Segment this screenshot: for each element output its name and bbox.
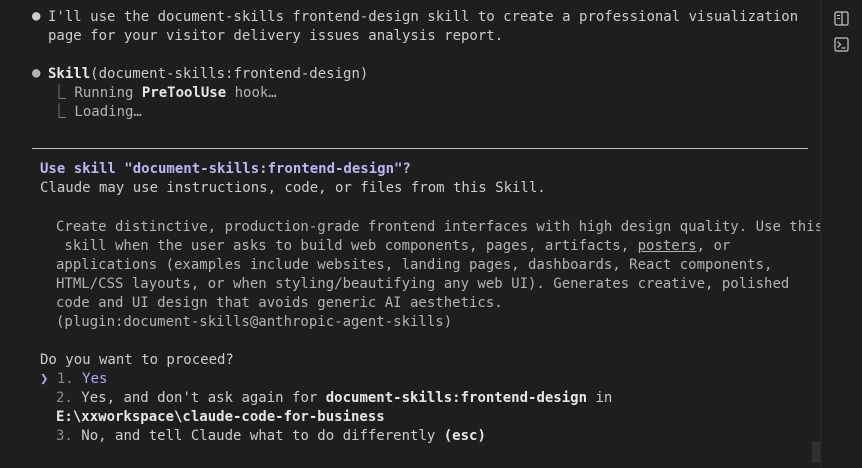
tool-bullet: ●: [32, 65, 41, 81]
skill-name: document-skills:frontend-design: [325, 390, 588, 406]
skill-description-line-1: Create distinctive, production-grade fro…: [56, 219, 824, 235]
right-sidebar: [820, 0, 862, 468]
option-number: 1.: [56, 371, 74, 387]
terminal-output: ● I'll use the document-skills frontend-…: [0, 0, 824, 468]
tool-args: (document-skills:frontend-design): [90, 66, 369, 82]
option-label: Yes, and don't ask again for: [81, 390, 326, 406]
skill-description-line-4: HTML/CSS layouts, or when styling/beauti…: [56, 276, 790, 292]
hook-name: PreToolUse: [141, 85, 227, 101]
workspace-path: E:\xxworkspace\claude-code-for-business: [56, 409, 385, 425]
hook-prefix: ⎿ Running: [52, 85, 142, 101]
option-no[interactable]: 3. No, and tell Claude what to do differ…: [56, 427, 486, 446]
permission-prompt-title: Use skill "document-skills:frontend-desi…: [40, 161, 411, 177]
desc-line2-end: , or: [696, 238, 731, 254]
skill-description-line-5: code and UI design that avoids generic A…: [56, 295, 503, 311]
skill-description-line-2: skill when the user asks to build web co…: [56, 237, 730, 256]
option-label: No, and tell Claude what to do different…: [81, 428, 444, 444]
option-yes[interactable]: ❯ 1. Yes: [40, 370, 107, 389]
skill-description-line-3: applications (examples include websites,…: [56, 257, 773, 273]
option-number: 2.: [56, 390, 73, 406]
hook-suffix: hook…: [226, 85, 277, 101]
tool-status-hook: ⎿ Running PreToolUse hook…: [52, 84, 277, 103]
assistant-message-line-2: page for your visitor delivery issues an…: [48, 28, 504, 44]
permission-prompt-subtitle: Claude may use instructions, code, or fi…: [40, 180, 546, 196]
option-yes-dont-ask[interactable]: 2. Yes, and don't ask again for document…: [56, 389, 612, 408]
prompt-separator: [32, 148, 808, 149]
tool-name: Skill: [48, 66, 91, 82]
terminal-icon[interactable]: [833, 36, 850, 53]
tool-status-loading: ⎿ Loading…: [52, 104, 142, 120]
option-label-suffix: in: [587, 390, 613, 406]
skill-plugin-source: (plugin:document-skills@anthropic-agent-…: [56, 314, 453, 330]
message-bullet: ●: [32, 8, 41, 24]
posters-link[interactable]: posters: [638, 238, 697, 254]
esc-hint: (esc): [443, 428, 486, 444]
option-label: Yes: [82, 371, 108, 387]
desc-line2-text: skill when the user asks to build web co…: [56, 238, 638, 254]
tool-call-line: Skill(document-skills:frontend-design): [48, 65, 368, 84]
assistant-message-line-1: I'll use the document-skills frontend-de…: [48, 9, 799, 25]
split-panel-icon[interactable]: [833, 10, 850, 27]
proceed-question: Do you want to proceed?: [40, 352, 234, 368]
option-number: 3.: [56, 428, 73, 444]
